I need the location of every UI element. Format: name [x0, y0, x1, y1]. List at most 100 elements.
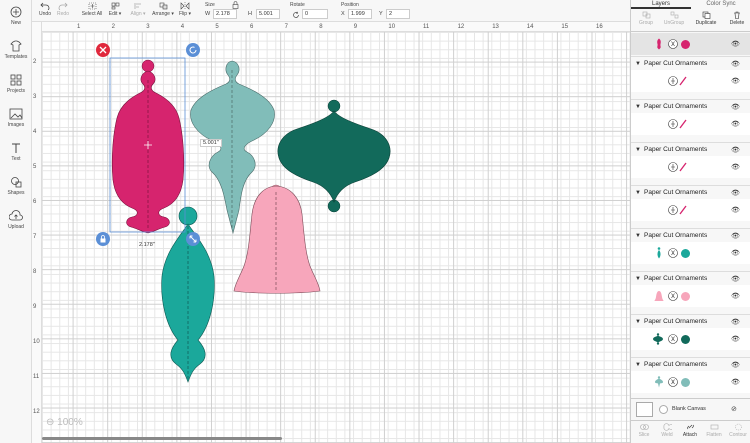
- align-button[interactable]: Align ▾: [130, 2, 146, 17]
- collapse-arrow-icon[interactable]: ▼: [635, 362, 641, 368]
- eye-icon[interactable]: 👁: [731, 103, 740, 111]
- zoom-out-icon[interactable]: ⊖: [46, 417, 54, 428]
- layer-item[interactable]: 👁: [631, 371, 750, 393]
- eye-icon[interactable]: 👁: [731, 60, 740, 68]
- rotate-field[interactable]: 0: [302, 9, 328, 19]
- layer-item[interactable]: 👁: [631, 70, 750, 92]
- sidebar-item-new[interactable]: New: [0, 6, 32, 26]
- collapse-arrow-icon[interactable]: ▼: [635, 276, 641, 282]
- select-all-label: Select All: [81, 11, 103, 17]
- sidebar-item-templates[interactable]: Templates: [0, 40, 32, 60]
- height-field[interactable]: 5.001: [256, 9, 280, 19]
- duplicate-button[interactable]: Duplicate: [693, 11, 719, 26]
- layer-group-header[interactable]: ▼ Paper Cut Ornaments 👁: [631, 228, 750, 242]
- eye-icon[interactable]: 👁: [731, 206, 740, 214]
- eye-icon[interactable]: 👁: [731, 40, 740, 48]
- eye-icon[interactable]: 👁: [731, 189, 740, 197]
- weld-button[interactable]: Weld: [656, 423, 678, 438]
- layer-row-selected[interactable]: 👁: [631, 33, 750, 55]
- lock-handle-icon[interactable]: [96, 232, 110, 246]
- layer-group-header[interactable]: ▼ Paper Cut Ornaments 👁: [631, 185, 750, 199]
- collapse-arrow-icon[interactable]: ▼: [635, 104, 641, 110]
- sidebar-item-projects[interactable]: Projects: [0, 74, 32, 94]
- eye-icon[interactable]: 👁: [731, 120, 740, 128]
- flatten-label: Flatten: [706, 432, 722, 438]
- delete-handle-icon[interactable]: [96, 43, 110, 57]
- blank-canvas-swatch[interactable]: [636, 402, 653, 417]
- layer-group-header[interactable]: ▼ Paper Cut Ornaments 👁: [631, 271, 750, 285]
- layer-group-header[interactable]: ▼ Paper Cut Ornaments 👁: [631, 56, 750, 70]
- group-button[interactable]: Group: [635, 11, 657, 26]
- eye-icon[interactable]: 👁: [731, 146, 740, 154]
- design-canvas[interactable]: 1 2 3 4 5 6 7 8 9 10 11 12 13 14 15 16 2 3 4 5 6 7 8 9 10 11 12: [32, 22, 630, 443]
- layer-group-header[interactable]: ▼ Paper Cut Ornaments 👁: [631, 142, 750, 156]
- magenta-color-swatch[interactable]: [681, 39, 690, 49]
- layer-item[interactable]: 👁: [631, 113, 750, 135]
- eye-icon[interactable]: 👁: [731, 361, 740, 369]
- layer-item[interactable]: 👁: [631, 285, 750, 307]
- contour-button[interactable]: Contour: [726, 423, 750, 438]
- horizontal-scrollbar[interactable]: [42, 437, 282, 440]
- tab-layers[interactable]: Layers: [631, 0, 691, 9]
- sidebar-item-text[interactable]: Text: [0, 142, 32, 162]
- eye-icon[interactable]: 👁: [731, 275, 740, 283]
- duplicate-icon: [702, 11, 710, 19]
- undo-button[interactable]: Undo: [38, 2, 52, 17]
- dark-green-color-swatch[interactable]: [681, 334, 690, 344]
- collapse-arrow-icon[interactable]: ▼: [635, 190, 641, 196]
- eye-icon[interactable]: 👁: [731, 163, 740, 171]
- sage-color-swatch[interactable]: [681, 377, 690, 387]
- zoom-level: 100%: [57, 417, 83, 428]
- redo-button[interactable]: Redo: [56, 2, 70, 17]
- collapse-arrow-icon[interactable]: ▼: [635, 233, 641, 239]
- lock-icon[interactable]: [232, 1, 239, 9]
- resize-handle-icon[interactable]: [186, 232, 200, 246]
- delete-button[interactable]: Delete: [727, 11, 747, 26]
- ungroup-label: UnGroup: [663, 20, 685, 26]
- canvas-color-dot[interactable]: [659, 405, 668, 414]
- eye-icon[interactable]: 👁: [731, 232, 740, 240]
- sidebar-item-shapes[interactable]: Shapes: [0, 176, 32, 196]
- tab-color-sync[interactable]: Color Sync: [691, 0, 750, 9]
- layer-group-name: Paper Cut Ornaments: [644, 189, 708, 196]
- pink-bell-ornament[interactable]: [233, 184, 321, 294]
- slice-label: Slice: [638, 432, 650, 438]
- rotate-handle-icon[interactable]: [186, 43, 200, 57]
- eye-icon[interactable]: 👁: [731, 378, 740, 386]
- slice-button[interactable]: Slice: [633, 423, 655, 438]
- layer-item[interactable]: 👁: [631, 242, 750, 264]
- flatten-button[interactable]: Flatten: [703, 423, 725, 438]
- attach-button[interactable]: Attach: [679, 423, 701, 438]
- collapse-arrow-icon[interactable]: ▼: [635, 319, 641, 325]
- eye-icon[interactable]: 👁: [731, 77, 740, 85]
- teal-ornament[interactable]: [161, 206, 215, 383]
- eye-icon[interactable]: 👁: [731, 249, 740, 257]
- sidebar-item-upload[interactable]: Upload: [0, 210, 32, 230]
- sidebar-item-images[interactable]: Images: [0, 108, 32, 128]
- hidden-eye-icon[interactable]: ⊘: [731, 405, 737, 413]
- collapse-arrow-icon[interactable]: ▼: [635, 147, 641, 153]
- width-field[interactable]: 2.178: [213, 9, 237, 19]
- y-position-field[interactable]: 2: [386, 9, 410, 19]
- weld-icon: [663, 423, 672, 431]
- layer-group-header[interactable]: ▼ Paper Cut Ornaments 👁: [631, 357, 750, 371]
- blank-canvas-row[interactable]: Blank Canvas ⊘: [631, 398, 750, 420]
- layer-item[interactable]: 👁: [631, 199, 750, 221]
- arrange-button[interactable]: Arrange ▾: [151, 2, 175, 17]
- teal-color-swatch[interactable]: [681, 248, 690, 258]
- collapse-arrow-icon[interactable]: ▼: [635, 61, 641, 67]
- layer-group-header[interactable]: ▼ Paper Cut Ornaments 👁: [631, 99, 750, 113]
- eye-icon[interactable]: 👁: [731, 335, 740, 343]
- layer-item[interactable]: 👁: [631, 328, 750, 350]
- edit-button[interactable]: Edit ▾: [108, 2, 122, 17]
- eye-icon[interactable]: 👁: [731, 292, 740, 300]
- eye-icon[interactable]: 👁: [731, 318, 740, 326]
- x-position-field[interactable]: 1.999: [348, 9, 372, 19]
- zoom-control[interactable]: ⊖ 100%: [46, 417, 83, 428]
- flip-button[interactable]: Flip ▾: [178, 2, 192, 17]
- layer-item[interactable]: 👁: [631, 156, 750, 178]
- select-all-button[interactable]: Select All: [81, 2, 103, 17]
- layer-group-header[interactable]: ▼ Paper Cut Ornaments 👁: [631, 314, 750, 328]
- pink-color-swatch[interactable]: [681, 291, 690, 301]
- ungroup-button[interactable]: UnGroup: [663, 11, 685, 26]
